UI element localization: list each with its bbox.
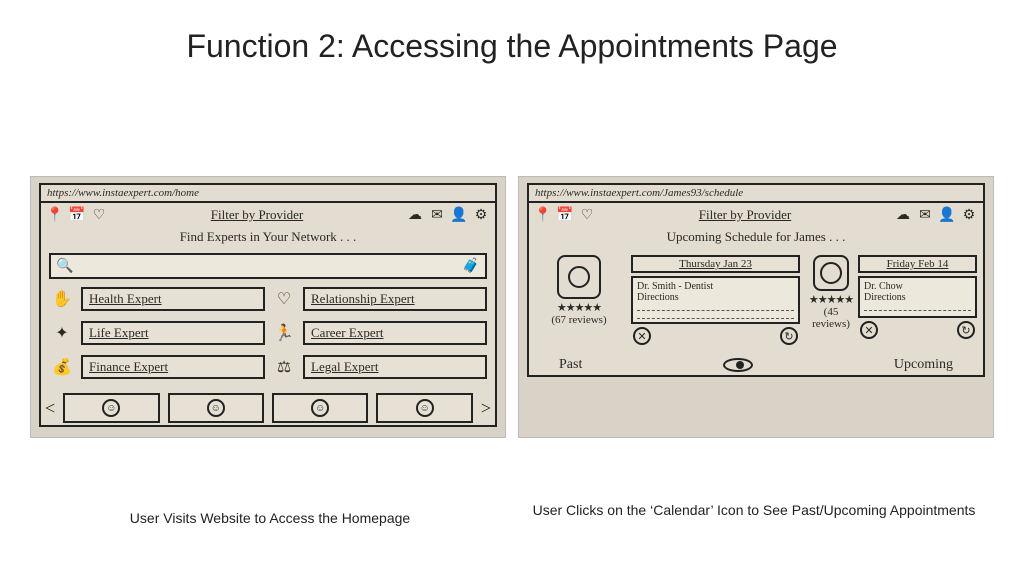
review-count: (67 reviews): [535, 314, 623, 326]
expert-thumb[interactable]: ☺: [376, 393, 472, 423]
avatar-icon: ☺: [207, 399, 225, 417]
heart-icon[interactable]: ♡: [579, 207, 595, 223]
avatar-icon: ☺: [416, 399, 434, 417]
expert-thumb[interactable]: ☺: [272, 393, 368, 423]
reschedule-icon[interactable]: ↻: [780, 327, 798, 345]
directions-link[interactable]: Directions: [637, 292, 794, 303]
wireframe-panels: https://www.instaexpert.com/home 📍 📅 ♡ F…: [30, 176, 994, 438]
mail-icon[interactable]: ✉: [429, 207, 445, 223]
upcoming-label[interactable]: Upcoming: [894, 357, 953, 373]
calendar-icon[interactable]: 📅: [557, 207, 573, 223]
directions-link[interactable]: Directions: [864, 292, 971, 303]
appointment-card[interactable]: Dr. Smith - Dentist Directions: [631, 276, 800, 324]
heart-icon[interactable]: ♡: [91, 207, 107, 223]
category-health[interactable]: Health Expert: [81, 287, 265, 311]
expert-thumb[interactable]: ☺: [168, 393, 264, 423]
category-legal[interactable]: Legal Expert: [303, 355, 487, 379]
cancel-icon[interactable]: ✕: [860, 321, 878, 339]
slide-title: Function 2: Accessing the Appointments P…: [0, 0, 1024, 65]
filter-by-provider[interactable]: Filter by Provider: [113, 207, 401, 223]
career-icon: 🏃: [271, 323, 297, 343]
gear-icon[interactable]: ⚙: [961, 207, 977, 223]
schedule-grid: ★★★★★ (67 reviews) Thursday Jan 23 Dr. S…: [529, 251, 983, 351]
avatar-icon: [813, 255, 849, 291]
appointment-column: ★★★★★ (45 reviews) Friday Feb 14 Dr. Cho…: [808, 255, 977, 339]
expert-carousel: < ☺ ☺ ☺ ☺ >: [41, 387, 495, 425]
date-header: Friday Feb 14: [858, 255, 977, 273]
life-icon: ✦: [49, 323, 75, 343]
browser-frame: https://www.instaexpert.com/James93/sche…: [527, 183, 985, 377]
next-arrow-icon[interactable]: >: [481, 398, 491, 419]
gear-icon[interactable]: ⚙: [473, 207, 489, 223]
url-bar[interactable]: https://www.instaexpert.com/home: [41, 185, 495, 203]
category-life[interactable]: Life Expert: [81, 321, 265, 345]
page-headline: Upcoming Schedule for James . . .: [529, 227, 983, 251]
health-icon: ✋: [49, 289, 75, 309]
location-pin-icon[interactable]: 📍: [47, 207, 63, 223]
homepage-wireframe: https://www.instaexpert.com/home 📍 📅 ♡ F…: [30, 176, 506, 438]
toolbar: 📍 📅 ♡ Filter by Provider ☁ ✉ 👤 ⚙: [41, 203, 495, 227]
profile-icon[interactable]: 👤: [939, 207, 955, 223]
avatar-icon: ☺: [102, 399, 120, 417]
provider-profile[interactable]: ★★★★★ (67 reviews): [535, 255, 623, 326]
past-upcoming-toggle: Past Upcoming: [529, 351, 983, 375]
category-career[interactable]: Career Expert: [303, 321, 487, 345]
category-grid: ✋ Health Expert ♡ Relationship Expert ✦ …: [41, 287, 495, 387]
location-pin-icon[interactable]: 📍: [535, 207, 551, 223]
finance-icon: 💰: [49, 357, 75, 377]
category-finance[interactable]: Finance Expert: [81, 355, 265, 379]
past-label[interactable]: Past: [559, 357, 582, 373]
cancel-icon[interactable]: ✕: [633, 327, 651, 345]
star-rating: ★★★★★: [535, 301, 623, 314]
appointment-title: Dr. Chow: [864, 281, 971, 292]
toggle-icon[interactable]: [723, 358, 753, 372]
cloud-icon[interactable]: ☁: [407, 207, 423, 223]
left-caption: User Visits Website to Access the Homepa…: [30, 510, 510, 526]
page-headline: Find Experts in Your Network . . .: [41, 227, 495, 251]
category-relationship[interactable]: Relationship Expert: [303, 287, 487, 311]
reschedule-icon[interactable]: ↻: [957, 321, 975, 339]
schedule-wireframe: https://www.instaexpert.com/James93/sche…: [518, 176, 994, 438]
avatar-icon: [557, 255, 601, 299]
heart-icon: ♡: [271, 289, 297, 309]
search-icon: 🔍: [57, 258, 73, 274]
appointment-title: Dr. Smith - Dentist: [637, 281, 794, 292]
filter-by-provider[interactable]: Filter by Provider: [601, 207, 889, 223]
briefcase-icon: 🧳: [463, 258, 479, 274]
mail-icon[interactable]: ✉: [917, 207, 933, 223]
calendar-icon[interactable]: 📅: [69, 207, 85, 223]
profile-icon[interactable]: 👤: [451, 207, 467, 223]
expert-thumb[interactable]: ☺: [63, 393, 159, 423]
cloud-icon[interactable]: ☁: [895, 207, 911, 223]
toolbar: 📍 📅 ♡ Filter by Provider ☁ ✉ 👤 ⚙: [529, 203, 983, 227]
provider-profile[interactable]: ★★★★★ (45 reviews): [808, 255, 854, 330]
date-header: Thursday Jan 23: [631, 255, 800, 273]
star-rating: ★★★★★: [808, 293, 854, 306]
browser-frame: https://www.instaexpert.com/home 📍 📅 ♡ F…: [39, 183, 497, 427]
right-caption: User Clicks on the ‘Calendar’ Icon to Se…: [514, 502, 994, 518]
avatar-icon: ☺: [311, 399, 329, 417]
search-bar[interactable]: 🔍 🧳: [49, 253, 487, 279]
legal-icon: ⚖: [271, 357, 297, 377]
prev-arrow-icon[interactable]: <: [45, 398, 55, 419]
review-count: (45 reviews): [808, 306, 854, 330]
appointment-card[interactable]: Dr. Chow Directions: [858, 276, 977, 318]
appointment-column: Thursday Jan 23 Dr. Smith - Dentist Dire…: [631, 255, 800, 345]
url-bar[interactable]: https://www.instaexpert.com/James93/sche…: [529, 185, 983, 203]
